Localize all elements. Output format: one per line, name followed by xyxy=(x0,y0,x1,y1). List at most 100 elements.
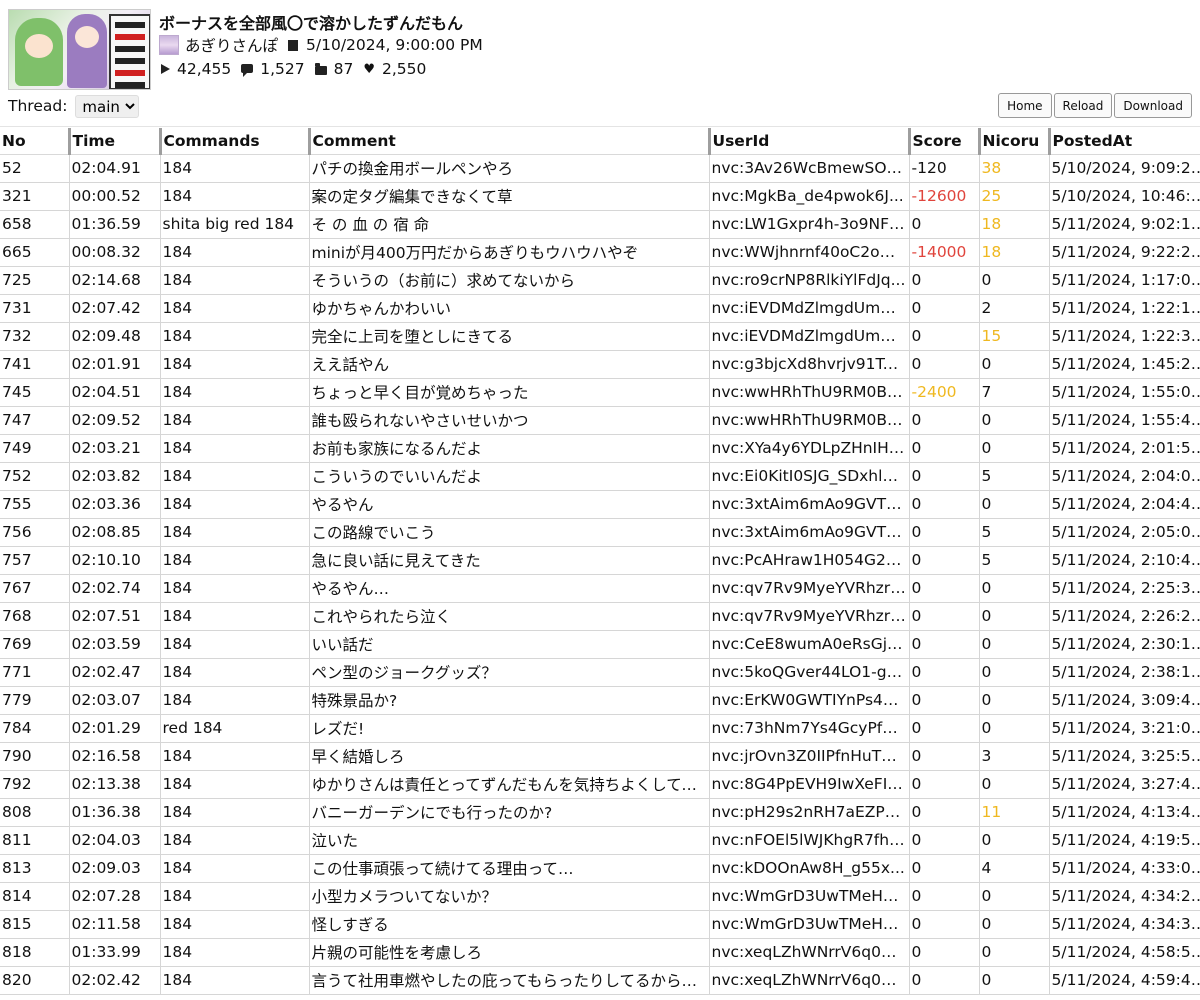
table-row[interactable]: 784 02:01.29 red 184 レズだ! nvc:73hNm7Ys4GcyPf… xyxy=(0,714,1200,743)
uploader-name[interactable]: あぎりさんぽ xyxy=(185,34,278,56)
table-row[interactable]: 52 02:04.91 184 パチの換金用ボールペンやろ nvc:3Av26WcBme… xyxy=(0,154,1200,183)
table-row[interactable]: 732 02:09.48 184 完全に上司を堕としにきてる nvc:iEVDMdZlm… xyxy=(0,322,1200,351)
cell-userid: nvc:XYa4y6YDLpZHnIHz... xyxy=(709,434,910,463)
cell-userid: nvc:3Av26WcBmewSOZ... xyxy=(709,154,910,183)
cell-score: 0 xyxy=(909,350,980,379)
video-title: ボーナスを全部風〇で溶かしたずんだもん xyxy=(159,14,464,33)
table-row[interactable]: 769 02:03.59 184 いい話だ nvc:CeE8wumA0eRsGj2...… xyxy=(0,630,1200,659)
table-row[interactable]: 813 02:09.03 184 この仕事頑張って続けてる理由って… nvc:kDOOn… xyxy=(0,854,1200,883)
cell-no: 769 xyxy=(0,630,70,659)
cell-postedat: 5/11/2024, 4:33:05 PM xyxy=(1049,854,1200,883)
table-row[interactable]: 820 02:02.42 184 言うて社用車燃やしたの庇ってもらったりしてるからなぁ… xyxy=(0,966,1200,995)
cell-userid: nvc:qv7Rv9MyeYVRhzrtu... xyxy=(709,602,910,631)
table-row[interactable]: 808 01:36.38 184 バニーガーデンにでも行ったのか? nvc:pH29s2… xyxy=(0,798,1200,827)
home-button[interactable]: Home xyxy=(998,93,1052,118)
cell-score: 0 xyxy=(909,854,980,883)
cell-comment: miniが月400万円だからあぎりもウハウハやぞ xyxy=(309,238,710,267)
column-header-no[interactable]: No xyxy=(0,128,71,155)
table-row[interactable]: 749 02:03.21 184 お前も家族になるんだよ nvc:XYa4y6YDLpZ… xyxy=(0,434,1200,463)
cell-postedat: 5/11/2024, 2:26:22 PM xyxy=(1049,602,1200,631)
cell-postedat: 5/11/2024, 3:21:01 PM xyxy=(1049,714,1200,743)
table-row[interactable]: 747 02:09.52 184 誰も殴られないやさいせいかつ nvc:wwHRhThU… xyxy=(0,406,1200,435)
cell-no: 321 xyxy=(0,182,70,211)
table-row[interactable]: 725 02:14.68 184 そういうの（お前に）求めてないから nvc:ro9cr… xyxy=(0,266,1200,295)
thumbnail-sign xyxy=(109,14,150,89)
cell-nicoru: 0 xyxy=(979,434,1050,463)
cell-comment: ゆかりさんは責任とってずんだもんを気持ちよくしてあげて xyxy=(309,770,710,799)
table-row[interactable]: 658 01:36.59 shita big red 184 そ の 血 の 宿 命n… xyxy=(0,210,1200,239)
column-header-userid[interactable]: UserId xyxy=(709,128,911,155)
cell-userid: nvc:WmGrD3UwTMeHvb... xyxy=(709,882,910,911)
table-row[interactable]: 752 02:03.82 184 こういうのでいいんだよ nvc:Ei0KitI0SJG… xyxy=(0,462,1200,491)
cell-time: 02:09.03 xyxy=(69,854,161,883)
cell-comment: お前も家族になるんだよ xyxy=(309,434,710,463)
cell-commands: 184 xyxy=(160,294,310,323)
video-thumbnail[interactable] xyxy=(8,9,151,90)
table-row[interactable]: 757 02:10.10 184 急に良い話に見えてきた nvc:PcAHraw1H05… xyxy=(0,546,1200,575)
table-row[interactable]: 818 01:33.99 184 片親の可能性を考慮しろ nvc:xeqLZhWNrrV… xyxy=(0,938,1200,967)
video-stats: 42,455 1,527 87 ♥ 2,550 xyxy=(161,58,436,80)
cell-postedat: 5/11/2024, 1:55:40 PM xyxy=(1049,406,1200,435)
cell-nicoru: 18 xyxy=(979,210,1050,239)
table-row[interactable]: 321 00:00.52 184 案の定タグ編集できなくて草 nvc:MgkBa_de4… xyxy=(0,182,1200,211)
play-icon xyxy=(161,64,170,74)
cell-score: 0 xyxy=(909,630,980,659)
cell-time: 02:01.91 xyxy=(69,350,161,379)
cell-score: 0 xyxy=(909,742,980,771)
table-row[interactable]: 814 02:07.28 184 小型カメラついてないか？ nvc:WmGrD3UwTM… xyxy=(0,882,1200,911)
table-row[interactable]: 745 02:04.51 184 ちょっと早く目が覚めちゃった nvc:wwHRhThU… xyxy=(0,378,1200,407)
views-count: 42,455 xyxy=(177,60,232,78)
cell-commands: 184 xyxy=(160,406,310,435)
cell-no: 784 xyxy=(0,714,70,743)
cell-nicoru: 38 xyxy=(979,154,1050,183)
cell-comment: この路線でいこう xyxy=(309,518,710,547)
table-row[interactable]: 790 02:16.58 184 早く結婚しろ nvc:jrOvn3Z0IIPfnHuT… xyxy=(0,742,1200,771)
cell-no: 779 xyxy=(0,686,70,715)
download-button[interactable]: Download xyxy=(1114,93,1192,118)
table-row[interactable]: 665 00:08.32 184 miniが月400万円だからあぎりもウハウハやぞ nv… xyxy=(0,238,1200,267)
column-header-time[interactable]: Time xyxy=(69,128,162,155)
cell-time: 02:02.42 xyxy=(69,966,161,995)
cell-no: 741 xyxy=(0,350,70,379)
table-row[interactable]: 731 02:07.42 184 ゆかちゃんかわいい nvc:iEVDMdZlmgdUm… xyxy=(0,294,1200,323)
table-row[interactable]: 767 02:02.74 184 やるやん… nvc:qv7Rv9MyeYVRhzrtu… xyxy=(0,574,1200,603)
column-header-comment[interactable]: Comment xyxy=(309,128,711,155)
cell-comment: 特殊景品か? xyxy=(309,686,710,715)
cell-userid: nvc:3xtAim6mAo9GVTm... xyxy=(709,490,910,519)
cell-comment: 案の定タグ編集できなくて草 xyxy=(309,182,710,211)
thread-select[interactable]: main xyxy=(75,94,140,118)
cell-postedat: 5/11/2024, 4:34:30 PM xyxy=(1049,910,1200,939)
cell-comment: 泣いた xyxy=(309,826,710,855)
reload-button[interactable]: Reload xyxy=(1053,93,1113,118)
column-header-nicoru[interactable]: Nicoru xyxy=(979,128,1051,155)
cell-score: 0 xyxy=(909,882,980,911)
toolbar: Home Reload Download xyxy=(996,93,1192,118)
table-row[interactable]: 792 02:13.38 184 ゆかりさんは責任とってずんだもんを気持ちよくしてあげ… xyxy=(0,770,1200,799)
cell-score: 0 xyxy=(909,574,980,603)
table-row[interactable]: 811 02:04.03 184 泣いた nvc:nFOEl5lWJKhgR7fhx..… xyxy=(0,826,1200,855)
cell-commands: 184 xyxy=(160,602,310,631)
cell-userid: nvc:73hNm7Ys4GcyPfm... xyxy=(709,714,910,743)
cell-postedat: 5/11/2024, 2:30:16 PM xyxy=(1049,630,1200,659)
cell-nicoru: 25 xyxy=(979,182,1050,211)
cell-nicoru: 5 xyxy=(979,518,1050,547)
cell-no: 725 xyxy=(0,266,70,295)
cell-comment: こういうのでいいんだよ xyxy=(309,462,710,491)
column-header-score[interactable]: Score xyxy=(909,128,981,155)
cell-score: 0 xyxy=(909,966,980,995)
cell-userid: nvc:wwHRhThU9RM0B3... xyxy=(709,406,910,435)
table-row[interactable]: 756 02:08.85 184 この路線でいこう nvc:3xtAim6mAo9GVT… xyxy=(0,518,1200,547)
table-row[interactable]: 768 02:07.51 184 これやられたら泣く nvc:qv7Rv9MyeYVRh… xyxy=(0,602,1200,631)
table-row[interactable]: 779 02:03.07 184 特殊景品か? nvc:ErKW0GWTIYnPs49.… xyxy=(0,686,1200,715)
column-header-commands[interactable]: Commands xyxy=(160,128,311,155)
column-header-postedat[interactable]: PostedAt xyxy=(1049,128,1200,155)
cell-time: 02:03.21 xyxy=(69,434,161,463)
table-row[interactable]: 755 02:03.36 184 やるやん nvc:3xtAim6mAo9GVTm...… xyxy=(0,490,1200,519)
table-row[interactable]: 815 02:11.58 184 怪しすぎる nvc:WmGrD3UwTMeHvb...… xyxy=(0,910,1200,939)
uploader-avatar[interactable] xyxy=(159,35,179,55)
table-row[interactable]: 741 02:01.91 184 ええ話やん nvc:g3bjcXd8hvrjv91Tu… xyxy=(0,350,1200,379)
table-row[interactable]: 771 02:02.47 184 ペン型のジョークグッズ？ nvc:5koQGver44… xyxy=(0,658,1200,687)
cell-userid: nvc:iEVDMdZlmgdUmDy... xyxy=(709,294,910,323)
calendar-icon xyxy=(288,39,299,51)
cell-commands: 184 xyxy=(160,966,310,995)
